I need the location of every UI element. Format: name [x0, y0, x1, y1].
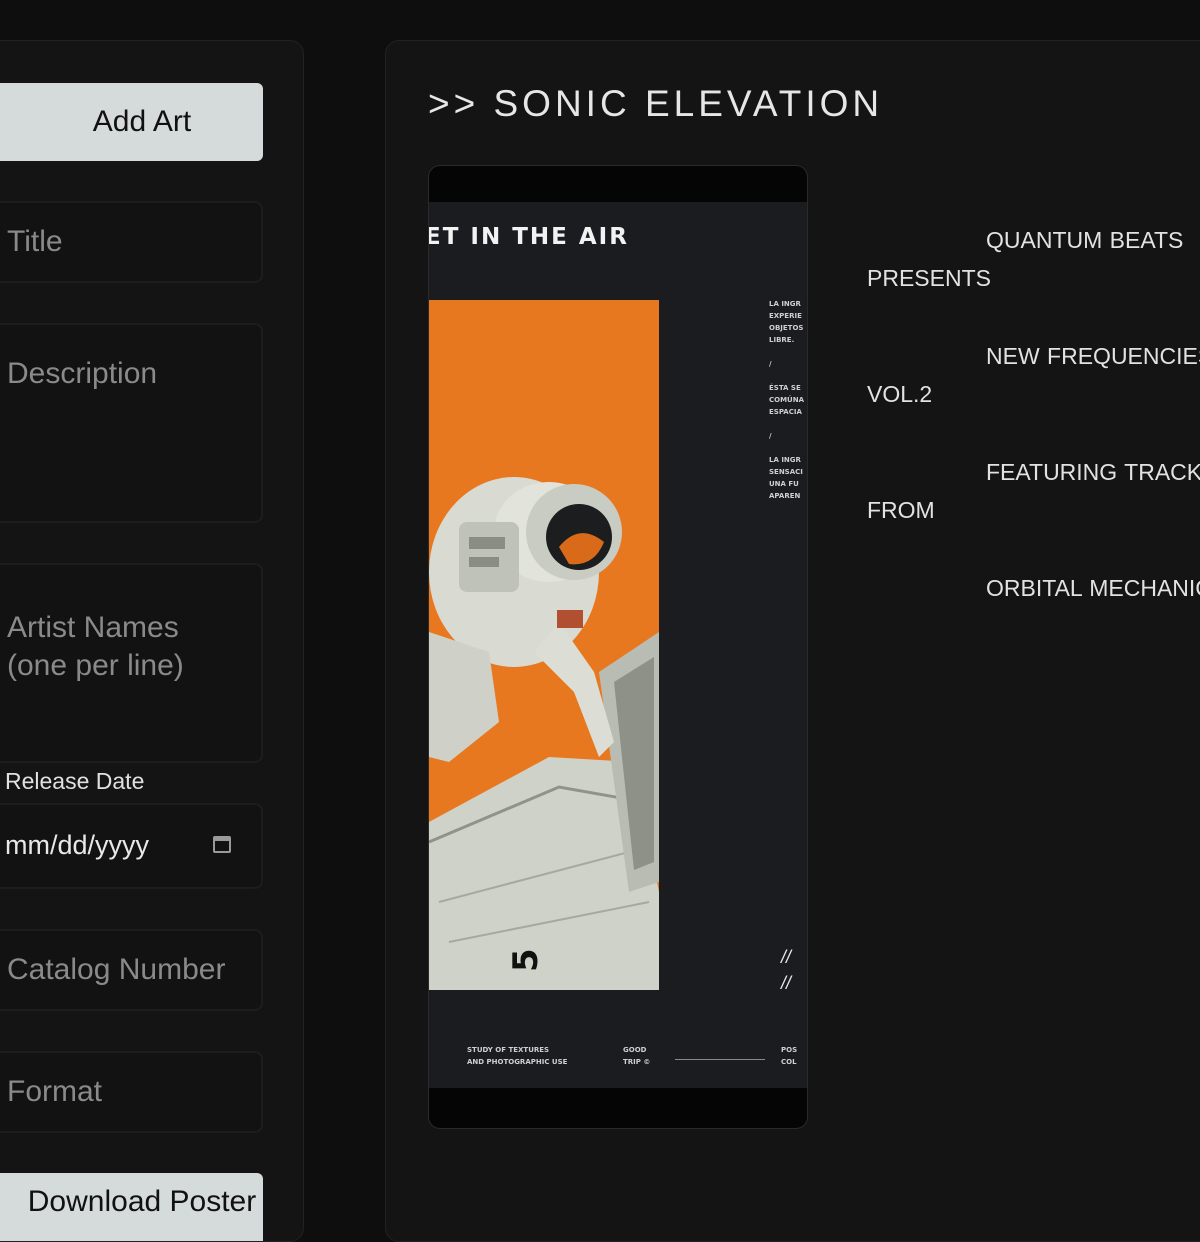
info-line: ORBITAL MECHANICS [986, 575, 1200, 601]
release-date-input[interactable]: mm/dd/yyyy [0, 803, 263, 889]
calendar-icon[interactable] [213, 836, 231, 853]
poster-artwork: ET IN THE AIR 5 LA INGR EXPERIE OBJETOS … [429, 202, 807, 1088]
title-placeholder: Title [7, 225, 63, 258]
preview-panel: >> SONIC ELEVATION ET IN THE AIR 5 LA IN… [385, 40, 1200, 1242]
poster-footer-rule [675, 1059, 765, 1060]
poster-footer-left: STUDY OF TEXTURES AND PHOTOGRAPHIC USE [467, 1046, 568, 1066]
poster-slashes: // // [781, 947, 792, 993]
poster-divider-1: / [769, 360, 772, 368]
add-art-button[interactable]: Add Art [0, 83, 263, 161]
info-line: QUANTUM BEATS PRESENTS [867, 227, 1184, 291]
download-poster-button[interactable]: Download Poster [0, 1173, 263, 1241]
poster-side-text-1: LA INGR EXPERIE OBJETOS LIBRE. [769, 300, 804, 344]
poster-side-text-3: LA INGR SENSACI UNA FU APAREN [769, 456, 803, 500]
format-placeholder: Format [7, 1075, 103, 1108]
poster-footer-mid: GOOD TRIP © [623, 1046, 651, 1066]
artist-names-placeholder: Artist Names (one per line) [7, 611, 184, 682]
poster-divider-2: / [769, 432, 772, 440]
poster-side-text-2: ÉSTA SE COMÚNA ESPACIA [769, 384, 805, 416]
artist-names-input[interactable]: Artist Names (one per line) [0, 563, 263, 763]
catalog-number-placeholder: Catalog Number [7, 953, 226, 986]
poster-preview-frame: ET IN THE AIR 5 LA INGR EXPERIE OBJETOS … [428, 165, 808, 1129]
info-line: NEW FREQUENCIES VOL.2 [867, 343, 1200, 407]
release-info: QUANTUM BEATS PRESENTS NEW FREQUENCIES V… [867, 221, 1200, 647]
description-placeholder: Description [7, 357, 158, 390]
title-input[interactable]: Title [0, 201, 263, 283]
astronaut-illustration: 5 [429, 477, 659, 990]
page-title: >> SONIC ELEVATION [428, 83, 884, 124]
catalog-number-input[interactable]: Catalog Number [0, 929, 263, 1011]
poster-footer-right: POS COL [781, 1046, 798, 1066]
info-line: FEATURING TRACKS FROM [867, 459, 1200, 523]
format-input[interactable]: Format [0, 1051, 263, 1133]
art-form-panel: Add Art Title Description Artist Names (… [0, 40, 304, 1242]
svg-text:5: 5 [506, 948, 546, 972]
release-date-label: Release Date [5, 768, 145, 794]
release-date-placeholder: mm/dd/yyyy [5, 830, 150, 860]
description-input[interactable]: Description [0, 323, 263, 523]
